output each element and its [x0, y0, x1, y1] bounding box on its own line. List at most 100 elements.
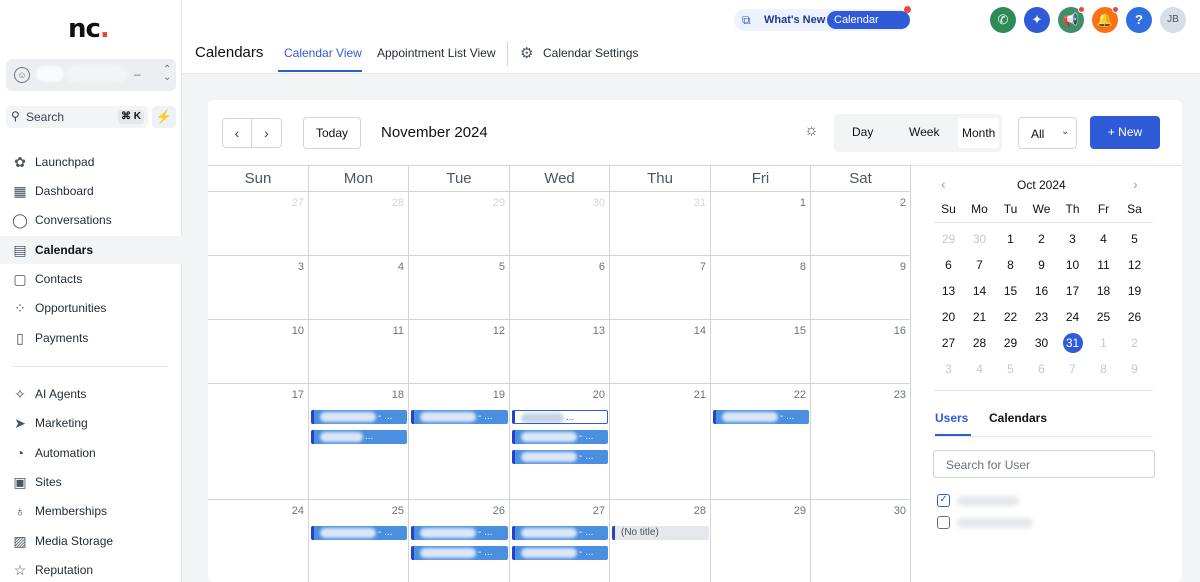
calendar-event[interactable]: - ... — [512, 546, 608, 560]
day-cell[interactable]: 16 — [811, 320, 911, 384]
help-button[interactable]: ? — [1126, 7, 1152, 33]
mini-day[interactable]: 14 — [964, 281, 995, 301]
calendar-event[interactable]: - ... — [411, 546, 508, 560]
mini-day[interactable]: 1 — [995, 229, 1026, 249]
today-button[interactable]: Today — [303, 117, 361, 149]
day-cell[interactable]: 3 — [208, 256, 309, 320]
next-month-button[interactable]: › — [252, 118, 282, 148]
quick-action-bolt-icon[interactable]: ⚡ — [152, 106, 176, 128]
ai-button[interactable]: ✦ — [1024, 7, 1050, 33]
mini-day[interactable]: 2 — [1026, 229, 1057, 249]
view-week[interactable]: Week — [909, 125, 939, 139]
phone-button[interactable]: ✆ — [990, 7, 1016, 33]
mini-day[interactable]: 20 — [933, 307, 964, 327]
mini-day[interactable]: 19 — [1119, 281, 1150, 301]
mini-day[interactable]: 4 — [964, 359, 995, 379]
theme-toggle-sun-icon[interactable]: ☼ — [804, 122, 819, 140]
day-cell[interactable]: 10 — [208, 320, 309, 384]
user-search-input[interactable]: Search for User — [933, 450, 1155, 478]
mini-day-selected[interactable]: 31 — [1057, 333, 1088, 353]
mini-day[interactable]: 9 — [1119, 359, 1150, 379]
day-cell[interactable]: 19 - ... — [409, 384, 510, 500]
sidebar-item-reputation[interactable]: ☆ Reputation — [0, 556, 182, 582]
sidebar-item-opportunities[interactable]: ⁘ Opportunities — [0, 294, 182, 322]
sidebar-item-memberships[interactable]: ♁ Memberships — [0, 497, 182, 525]
user-checkbox[interactable] — [937, 516, 950, 529]
sidebar-item-sites[interactable]: ▣ Sites — [0, 468, 182, 496]
calendar-event[interactable]: - ... — [311, 526, 407, 540]
mini-day[interactable]: 16 — [1026, 281, 1057, 301]
sidebar-search[interactable]: ⚲ Search ⌘ K — [6, 106, 148, 128]
day-cell[interactable]: 26 - ... - ... — [409, 500, 510, 582]
panel-tab-calendars[interactable]: Calendars — [989, 411, 1047, 425]
mini-day[interactable]: 3 — [933, 359, 964, 379]
new-button[interactable]: + New — [1090, 116, 1160, 149]
view-day[interactable]: Day — [852, 125, 873, 139]
mini-day[interactable]: 22 — [995, 307, 1026, 327]
tab-calendar-view[interactable]: Calendar View — [284, 46, 362, 60]
day-cell[interactable]: 12 — [409, 320, 510, 384]
mini-day[interactable]: 27 — [933, 333, 964, 353]
mini-day[interactable]: 6 — [933, 255, 964, 275]
day-cell[interactable]: 9 — [811, 256, 911, 320]
mini-day[interactable]: 2 — [1119, 333, 1150, 353]
mini-day[interactable]: 7 — [1057, 359, 1088, 379]
sidebar-item-automation[interactable]: ◔ Automation — [0, 439, 182, 467]
day-cell[interactable]: 21 — [610, 384, 711, 500]
day-cell[interactable]: 14 — [610, 320, 711, 384]
mini-day[interactable]: 26 — [1119, 307, 1150, 327]
notifications-button[interactable]: 🔔 — [1092, 6, 1119, 33]
mini-day[interactable]: 21 — [964, 307, 995, 327]
sidebar-item-conversations[interactable]: ◯ Conversations — [0, 206, 182, 234]
sidebar-item-contacts[interactable]: ▢ Contacts — [0, 265, 182, 293]
day-cell[interactable]: 18 - ...... — [309, 384, 409, 500]
mini-day[interactable]: 4 — [1088, 229, 1119, 249]
mini-day[interactable]: 8 — [1088, 359, 1119, 379]
mini-day[interactable]: 30 — [1026, 333, 1057, 353]
calendar-event[interactable]: (No title) — [612, 526, 709, 540]
day-cell[interactable]: 28 — [309, 192, 409, 256]
app-logo[interactable]: nc. — [68, 14, 110, 44]
calendar-event[interactable]: - ... — [411, 526, 508, 540]
day-cell[interactable]: 24 — [208, 500, 309, 582]
view-month[interactable]: Month — [958, 118, 1000, 148]
calendar-event[interactable]: - ... — [713, 410, 809, 424]
day-cell[interactable]: 4 — [309, 256, 409, 320]
calendar-event[interactable]: - ... — [512, 450, 608, 464]
mini-day[interactable]: 29 — [933, 229, 964, 249]
day-cell[interactable]: 2 — [811, 192, 911, 256]
announcements-button[interactable]: 📢 — [1058, 6, 1085, 33]
day-cell[interactable]: 6 — [510, 256, 610, 320]
mini-day[interactable]: 11 — [1088, 255, 1119, 275]
day-cell[interactable]: 11 — [309, 320, 409, 384]
panel-tab-users[interactable]: Users — [935, 411, 968, 425]
user-avatar[interactable]: JB — [1160, 7, 1186, 33]
mini-day[interactable]: 18 — [1088, 281, 1119, 301]
user-checkbox[interactable]: ✓ — [937, 494, 950, 507]
sidebar-item-calendars[interactable]: ▤ Calendars — [0, 236, 182, 264]
sidebar-item-launchpad[interactable]: ✿ Launchpad — [0, 148, 182, 176]
mini-day[interactable]: 29 — [995, 333, 1026, 353]
mini-day[interactable]: 10 — [1057, 255, 1088, 275]
filter-select[interactable]: All ⌄ — [1018, 117, 1077, 149]
day-cell[interactable]: 17 — [208, 384, 309, 500]
mini-day[interactable]: 12 — [1119, 255, 1150, 275]
day-cell[interactable]: 8 — [711, 256, 811, 320]
sidebar-item-marketing[interactable]: ➤ Marketing — [0, 409, 182, 437]
day-cell[interactable]: 25 - ... — [309, 500, 409, 582]
mini-day[interactable]: 6 — [1026, 359, 1057, 379]
calendar-event[interactable]: - ... — [311, 410, 407, 424]
mini-day[interactable]: 28 — [964, 333, 995, 353]
calendar-event[interactable]: ... — [512, 410, 608, 424]
mini-day[interactable]: 1 — [1088, 333, 1119, 353]
day-cell[interactable]: 29 — [711, 500, 811, 582]
day-cell[interactable]: 7 — [610, 256, 711, 320]
mini-day[interactable]: 3 — [1057, 229, 1088, 249]
day-cell[interactable]: 1 — [711, 192, 811, 256]
mini-prev-month[interactable]: ‹ — [941, 176, 946, 192]
day-cell[interactable]: 15 — [711, 320, 811, 384]
calendar-event[interactable]: - ... — [411, 410, 508, 424]
whats-new-pill[interactable]: ⧉ What's New Calendar Updates — [734, 6, 911, 44]
sidebar-item-dashboard[interactable]: ▦ Dashboard — [0, 177, 182, 205]
day-cell[interactable]: 27 - ... - ... — [510, 500, 610, 582]
